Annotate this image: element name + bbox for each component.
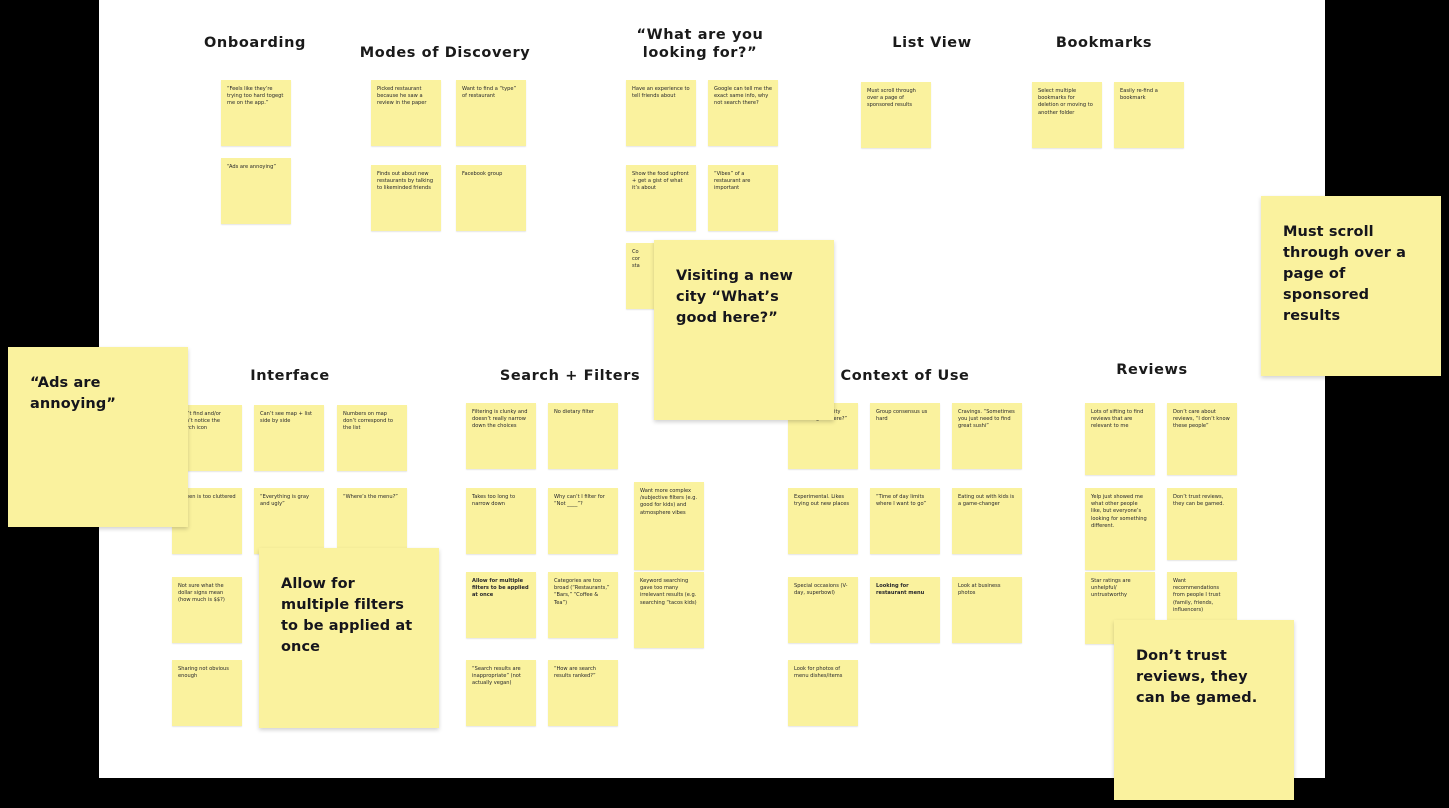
section-title-bookmarks: Bookmarks xyxy=(1055,35,1153,51)
callout-note-dont-trust-reviews[interactable]: Don’t trust reviews, they can be gamed. xyxy=(1114,620,1294,800)
sticky-note[interactable]: “Vibes” of a restaurant are important xyxy=(708,165,778,231)
sticky-note[interactable]: “Time of day limits where I want to go” xyxy=(870,488,940,554)
section-title-search-filters: Search + Filters xyxy=(499,368,641,384)
sticky-note[interactable]: Can’t see map + list side by side xyxy=(254,405,324,471)
sticky-note[interactable]: Filtering is clunky and doesn’t really n… xyxy=(466,403,536,469)
sticky-note[interactable]: Allow for multiple filters to be applied… xyxy=(466,572,536,638)
sticky-note[interactable]: Want more complex /subjective filters (e… xyxy=(634,482,704,570)
sticky-note[interactable]: Yelp just showed me what other people li… xyxy=(1085,488,1155,570)
sticky-note[interactable]: Facebook group xyxy=(456,165,526,231)
sticky-note[interactable]: Not sure what the dollar signs mean (how… xyxy=(172,577,242,643)
sticky-note[interactable]: Lots of sifting to find reviews that are… xyxy=(1085,403,1155,475)
section-title-reviews: Reviews xyxy=(1116,362,1188,378)
sticky-note[interactable]: Eating out with kids is a game-changer xyxy=(952,488,1022,554)
sticky-note[interactable]: Looking for restaurant menu xyxy=(870,577,940,643)
sticky-note[interactable]: “Ads are annoying” xyxy=(221,158,291,224)
sticky-note[interactable]: Cravings. “Sometimes you just need to fi… xyxy=(952,403,1022,469)
sticky-note[interactable]: Easily re-find a bookmark xyxy=(1114,82,1184,148)
section-title-interface: Interface xyxy=(250,368,330,384)
callout-note-visiting-new-city[interactable]: Visiting a new city “What’s good here?” xyxy=(654,240,834,420)
sticky-note[interactable]: Must scroll through over a page of spons… xyxy=(861,82,931,148)
callout-note-ads-are-annoying[interactable]: “Ads are annoying” xyxy=(8,347,188,527)
sticky-note[interactable]: Group consensus us hard xyxy=(870,403,940,469)
sticky-note[interactable]: Numbers on map don’t correspond to the l… xyxy=(337,405,407,471)
section-title-context-of-use: Context of Use xyxy=(840,368,970,384)
callout-note-allow-multiple-filters[interactable]: Allow for multiple filters to be applied… xyxy=(259,548,439,728)
sticky-note[interactable]: Show the food upfront + get a gist of wh… xyxy=(626,165,696,231)
sticky-note[interactable]: “How are search results ranked?” xyxy=(548,660,618,726)
section-title-list-view: List View xyxy=(892,35,972,51)
sticky-note[interactable]: Experimental. Likes trying out new place… xyxy=(788,488,858,554)
sticky-note[interactable]: No dietary filter xyxy=(548,403,618,469)
sticky-note[interactable]: Special occasions (V-day, superbowl) xyxy=(788,577,858,643)
sticky-note[interactable]: Sharing not obvious enough xyxy=(172,660,242,726)
sticky-note[interactable]: Picked restaurant because he saw a revie… xyxy=(371,80,441,146)
sticky-note[interactable]: Keyword searching gave too many irreleva… xyxy=(634,572,704,648)
sticky-note[interactable]: “Feels like they’re trying too hard toge… xyxy=(221,80,291,146)
sticky-note[interactable]: Look for photos of menu dishes/items xyxy=(788,660,858,726)
section-title-onboarding: Onboarding xyxy=(204,35,306,51)
sticky-note[interactable]: Takes too long to narrow down xyxy=(466,488,536,554)
sticky-note[interactable]: Google can tell me the exact same info, … xyxy=(708,80,778,146)
section-title-modes-of-discovery: Modes of Discovery xyxy=(359,45,531,61)
sticky-note[interactable]: Don’t care about reviews, “I don’t know … xyxy=(1167,403,1237,475)
sticky-note[interactable]: “Search results are inappropriate” (not … xyxy=(466,660,536,726)
sticky-note[interactable]: Don’t trust reviews, they can be gamed. xyxy=(1167,488,1237,560)
sticky-note[interactable]: Select multiple bookmarks for deletion o… xyxy=(1032,82,1102,148)
sticky-note[interactable]: Want to find a “type” of restaurant xyxy=(456,80,526,146)
sticky-note[interactable]: Categories are too broad (“Restaurants,”… xyxy=(548,572,618,638)
sticky-note[interactable]: Finds out about new restaurants by talki… xyxy=(371,165,441,231)
sticky-note[interactable]: “Everything is gray and ugly” xyxy=(254,488,324,554)
callout-note-must-scroll[interactable]: Must scroll through over a page of spons… xyxy=(1261,196,1441,376)
sticky-note[interactable]: Why can’t I filter for “Not ____”? xyxy=(548,488,618,554)
sticky-note[interactable]: Look at business photos xyxy=(952,577,1022,643)
sticky-note[interactable]: “Where’s the menu?” xyxy=(337,488,407,554)
section-title-what-are-you-looking-for: “What are you looking for?” xyxy=(636,27,764,61)
sticky-note[interactable]: Have an experience to tell friends about xyxy=(626,80,696,146)
